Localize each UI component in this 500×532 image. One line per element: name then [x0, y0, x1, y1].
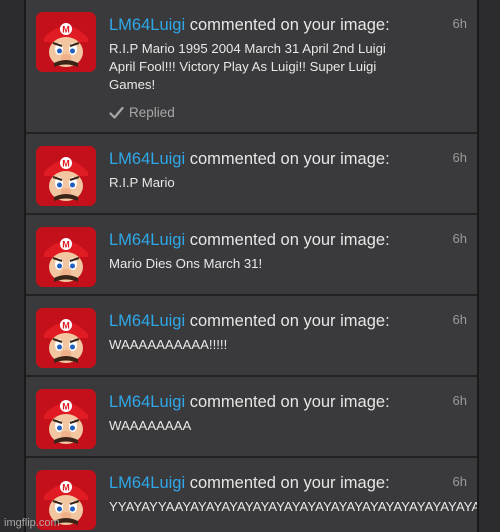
sad-mario-avatar-icon[interactable]: M: [36, 389, 96, 449]
svg-text:M: M: [62, 159, 70, 169]
notification-header: LM64Luigi commented on your image:: [109, 311, 390, 331]
username-link[interactable]: LM64Luigi: [109, 16, 185, 34]
timestamp: 6h: [452, 393, 467, 408]
action-text: commented on your image:: [185, 16, 390, 34]
action-text: commented on your image:: [185, 474, 390, 492]
comment-text: WAAAAAAAAAA!!!!!: [109, 337, 228, 352]
notification-header: LM64Luigi commented on your image:: [109, 230, 390, 250]
timestamp: 6h: [452, 312, 467, 327]
svg-text:M: M: [62, 483, 70, 493]
svg-text:M: M: [62, 240, 70, 250]
comment-text: Mario Dies Ons March 31!: [109, 256, 263, 271]
action-text: commented on your image:: [185, 393, 390, 411]
comment-text: R.I.P Mario: [109, 175, 175, 190]
notification-header: LM64Luigi commented on your image:: [109, 392, 390, 412]
username-link[interactable]: LM64Luigi: [109, 150, 185, 168]
action-text: commented on your image:: [185, 312, 390, 330]
comment-text: WAAAAAAAA: [109, 418, 192, 433]
username-link[interactable]: LM64Luigi: [109, 393, 185, 411]
action-text: commented on your image:: [185, 150, 390, 168]
action-text: commented on your image:: [185, 231, 390, 249]
checkmark-icon: [109, 106, 124, 120]
notification-item[interactable]: M LM64Luigi commented on your image: 6h …: [26, 377, 477, 458]
comment-text: R.I.P Mario 1995 2004 March 31 April 2nd…: [109, 41, 386, 92]
notification-item[interactable]: M LM64Luigi commented on your image: 6h …: [26, 134, 477, 215]
username-link[interactable]: LM64Luigi: [109, 474, 185, 492]
svg-text:M: M: [62, 25, 70, 35]
notification-item[interactable]: M LM64Luigi commented on your image: 6h …: [26, 0, 477, 134]
svg-text:M: M: [62, 402, 70, 412]
notifications-panel: M LM64Luigi commented on your image: 6h …: [24, 0, 479, 532]
replied-label: Replied: [129, 105, 175, 120]
notification-item[interactable]: M LM64Luigi commented on your image: 6h …: [26, 296, 477, 377]
svg-text:M: M: [62, 321, 70, 331]
comment-text: YYAYAYYAAYAYAYAYAYAYAYAYAYAYAYAYAYAYAYAY…: [109, 499, 479, 514]
imgflip-watermark: imgflip.com: [4, 517, 60, 529]
notification-header: LM64Luigi commented on your image:: [109, 473, 390, 493]
notification-header: LM64Luigi commented on your image:: [109, 15, 390, 35]
username-link[interactable]: LM64Luigi: [109, 231, 185, 249]
sad-mario-avatar-icon[interactable]: M: [36, 12, 96, 72]
timestamp: 6h: [452, 474, 467, 489]
notification-header: LM64Luigi commented on your image:: [109, 149, 390, 169]
sad-mario-avatar-icon[interactable]: M: [36, 308, 96, 368]
notification-item[interactable]: M LM64Luigi commented on your image: 6h …: [26, 215, 477, 296]
notification-item[interactable]: M LM64Luigi commented on your image: 6h …: [26, 458, 477, 532]
timestamp: 6h: [452, 231, 467, 246]
timestamp: 6h: [452, 16, 467, 31]
timestamp: 6h: [452, 150, 467, 165]
username-link[interactable]: LM64Luigi: [109, 312, 185, 330]
sad-mario-avatar-icon[interactable]: M: [36, 146, 96, 206]
sad-mario-avatar-icon[interactable]: M: [36, 227, 96, 287]
replied-status: Replied: [109, 105, 175, 120]
